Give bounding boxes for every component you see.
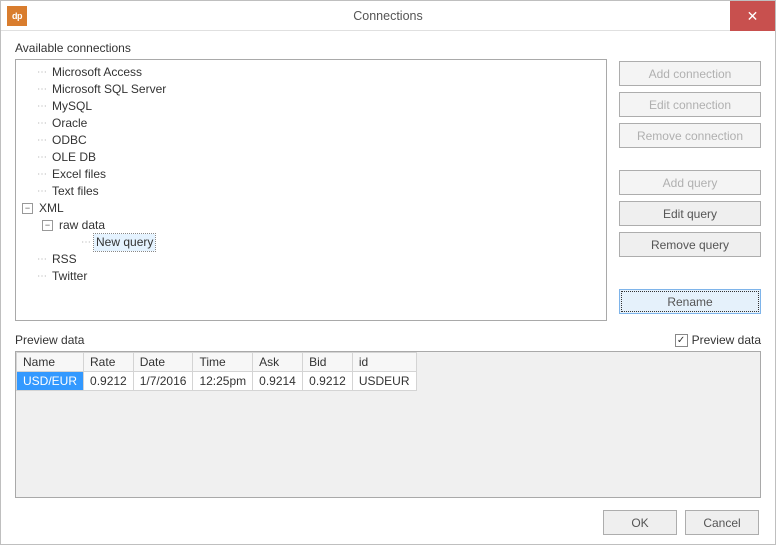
tree-item[interactable]: ⋯Oracle xyxy=(34,115,600,132)
tree-item[interactable]: ⋯Microsoft Access xyxy=(34,64,600,81)
remove-query-button[interactable]: Remove query xyxy=(619,232,761,257)
cell-date: 1/7/2016 xyxy=(133,372,193,391)
tree-leaf-icon: ⋯ xyxy=(78,234,92,251)
preview-grid[interactable]: Name Rate Date Time Ask Bid id USD/EUR 0… xyxy=(16,352,417,391)
tree-item-label: New query xyxy=(94,234,155,251)
tree-item-xml[interactable]: −XML xyxy=(22,200,600,217)
tree-leaf-icon: ⋯ xyxy=(34,64,48,81)
tree-leaf-icon: ⋯ xyxy=(34,166,48,183)
close-icon: ✕ xyxy=(747,8,759,25)
tree-item-label: MySQL xyxy=(50,98,94,115)
rename-button[interactable]: Rename xyxy=(619,289,761,314)
col-id[interactable]: id xyxy=(352,353,416,372)
preview-data-label: Preview data xyxy=(15,333,84,347)
button-column: Add connection Edit connection Remove co… xyxy=(619,59,761,321)
tree-item[interactable]: ⋯OLE DB xyxy=(34,149,600,166)
cell-ask: 0.9214 xyxy=(253,372,303,391)
col-bid[interactable]: Bid xyxy=(303,353,353,372)
tree-item-label: Text files xyxy=(50,183,101,200)
tree-leaf-icon: ⋯ xyxy=(34,183,48,200)
dialog-footer: OK Cancel xyxy=(15,510,761,535)
cell-id: USDEUR xyxy=(352,372,416,391)
col-rate[interactable]: Rate xyxy=(84,353,134,372)
collapse-icon[interactable]: − xyxy=(22,203,33,214)
tree-item-new-query[interactable]: ⋯New query xyxy=(78,234,600,251)
preview-data-checkbox[interactable]: ✓ Preview data xyxy=(675,333,761,347)
preview-grid-container: Name Rate Date Time Ask Bid id USD/EUR 0… xyxy=(15,351,761,498)
cell-rate: 0.9212 xyxy=(84,372,134,391)
tree-leaf-icon: ⋯ xyxy=(34,251,48,268)
tree-leaf-icon: ⋯ xyxy=(34,98,48,115)
close-button[interactable]: ✕ xyxy=(730,1,775,31)
tree-leaf-icon: ⋯ xyxy=(34,268,48,285)
collapse-icon[interactable]: − xyxy=(42,220,53,231)
col-ask[interactable]: Ask xyxy=(253,353,303,372)
window-title: Connections xyxy=(1,9,775,23)
table-row[interactable]: USD/EUR 0.9212 1/7/2016 12:25pm 0.9214 0… xyxy=(17,372,417,391)
col-time[interactable]: Time xyxy=(193,353,253,372)
edit-connection-button[interactable]: Edit connection xyxy=(619,92,761,117)
connections-tree[interactable]: ⋯Microsoft Access ⋯Microsoft SQL Server … xyxy=(15,59,607,321)
tree-item-label: Excel files xyxy=(50,166,108,183)
cell-name: USD/EUR xyxy=(17,372,84,391)
tree-item[interactable]: ⋯Twitter xyxy=(34,268,600,285)
tree-item[interactable]: ⋯Text files xyxy=(34,183,600,200)
checkbox-icon: ✓ xyxy=(675,334,688,347)
tree-item-label: ODBC xyxy=(50,132,89,149)
tree-item-label: raw data xyxy=(57,217,107,234)
tree-item[interactable]: ⋯Excel files xyxy=(34,166,600,183)
tree-item-label: XML xyxy=(37,200,66,217)
tree-leaf-icon: ⋯ xyxy=(34,132,48,149)
tree-item-label: Oracle xyxy=(50,115,89,132)
title-bar: dp Connections ✕ xyxy=(1,1,775,31)
checkbox-label: Preview data xyxy=(692,333,761,347)
add-connection-button[interactable]: Add connection xyxy=(619,61,761,86)
tree-item-label: RSS xyxy=(50,251,79,268)
remove-connection-button[interactable]: Remove connection xyxy=(619,123,761,148)
available-connections-label: Available connections xyxy=(15,41,761,55)
tree-item-label: Microsoft Access xyxy=(50,64,144,81)
tree-leaf-icon: ⋯ xyxy=(34,115,48,132)
tree-item[interactable]: ⋯MySQL xyxy=(34,98,600,115)
tree-item-label: OLE DB xyxy=(50,149,98,166)
tree-item[interactable]: ⋯RSS xyxy=(34,251,600,268)
edit-query-button[interactable]: Edit query xyxy=(619,201,761,226)
tree-item-label: Microsoft SQL Server xyxy=(50,81,168,98)
ok-button[interactable]: OK xyxy=(603,510,677,535)
cell-time: 12:25pm xyxy=(193,372,253,391)
table-header-row: Name Rate Date Time Ask Bid id xyxy=(17,353,417,372)
tree-item-raw-data[interactable]: −raw data xyxy=(42,217,600,234)
col-name[interactable]: Name xyxy=(17,353,84,372)
col-date[interactable]: Date xyxy=(133,353,193,372)
tree-leaf-icon: ⋯ xyxy=(34,149,48,166)
add-query-button[interactable]: Add query xyxy=(619,170,761,195)
tree-leaf-icon: ⋯ xyxy=(34,81,48,98)
tree-item-label: Twitter xyxy=(50,268,89,285)
tree-item[interactable]: ⋯Microsoft SQL Server xyxy=(34,81,600,98)
tree-item[interactable]: ⋯ODBC xyxy=(34,132,600,149)
cell-bid: 0.9212 xyxy=(303,372,353,391)
cancel-button[interactable]: Cancel xyxy=(685,510,759,535)
